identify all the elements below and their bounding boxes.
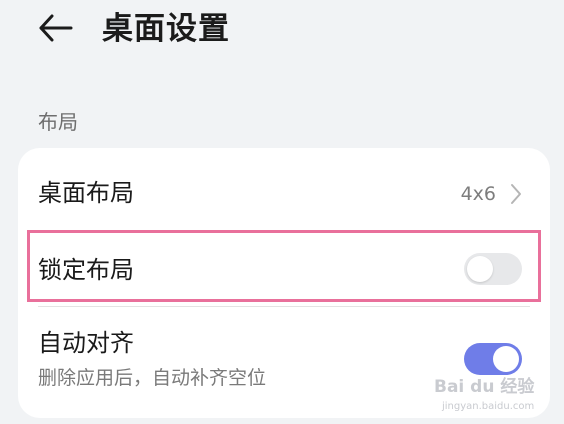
setting-row-auto-align[interactable]: 自动对齐 删除应用后，自动补齐空位	[18, 307, 550, 418]
setting-label: 桌面布局	[38, 179, 134, 207]
top-app-bar: 桌面设置	[0, 0, 564, 60]
setting-description: 删除应用后，自动补齐空位	[38, 367, 267, 389]
setting-label: 锁定布局	[38, 256, 134, 284]
page-title: 桌面设置	[102, 11, 230, 47]
setting-row-lock-layout[interactable]: 锁定布局	[18, 231, 550, 305]
setting-value: 4x6	[460, 183, 496, 205]
toggle-knob	[493, 346, 519, 372]
toggle-knob	[467, 256, 493, 282]
lock-layout-toggle[interactable]	[464, 253, 522, 285]
settings-card: 桌面布局 4x6 锁定布局 自动对齐 删除应用后，自动补齐空位	[18, 148, 550, 418]
arrow-left-icon	[39, 14, 73, 42]
setting-row-desktop-layout[interactable]: 桌面布局 4x6	[18, 148, 550, 230]
chevron-right-icon	[511, 184, 521, 204]
setting-label: 自动对齐	[38, 329, 134, 357]
back-button[interactable]	[36, 10, 76, 46]
section-header-layout: 布局	[38, 110, 78, 134]
auto-align-toggle[interactable]	[464, 343, 522, 375]
